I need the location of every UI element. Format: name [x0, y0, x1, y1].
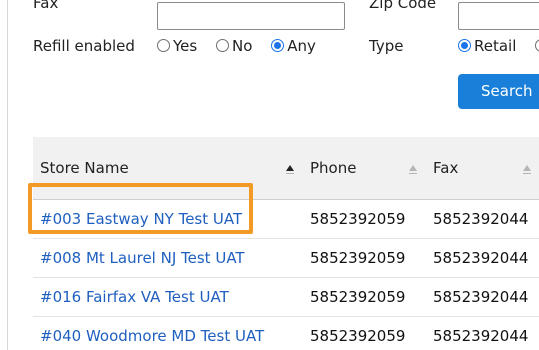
store-name-link[interactable]: #008 Mt Laurel NJ Test UAT — [40, 249, 245, 267]
column-header-phone[interactable]: Phone — [310, 159, 356, 177]
radio-checked-icon[interactable] — [271, 39, 285, 52]
fax-input[interactable] — [157, 2, 345, 30]
table-row: #008 Mt Laurel NJ Test UAT 5852392059 58… — [33, 239, 539, 278]
phone-cell: 5852392059 — [310, 249, 406, 267]
refill-yes-option[interactable]: Yes — [157, 37, 197, 55]
refill-no-label: No — [232, 37, 253, 55]
sort-ascending-icon[interactable] — [523, 165, 531, 171]
store-name-link[interactable]: #003 Eastway NY Test UAT — [40, 210, 242, 228]
type-retail-label: Retail — [474, 37, 517, 55]
store-name-link[interactable]: #016 Fairfax VA Test UAT — [40, 288, 229, 306]
zip-code-label: Zip Code — [369, 0, 437, 12]
refill-yes-label: Yes — [173, 37, 198, 55]
refill-any-option[interactable]: Any — [271, 37, 316, 55]
column-header-store-name[interactable]: Store Name — [40, 159, 129, 177]
table-row: #016 Fairfax VA Test UAT 5852392059 5852… — [33, 278, 539, 317]
radio-unchecked-icon[interactable] — [216, 39, 229, 52]
type-retail-option[interactable]: Retail — [458, 37, 516, 55]
phone-cell: 5852392059 — [310, 327, 406, 345]
column-header-fax[interactable]: Fax — [433, 159, 458, 177]
zip-code-input[interactable] — [458, 2, 539, 30]
phone-cell: 5852392059 — [310, 288, 406, 306]
table-row: #003 Eastway NY Test UAT 5852392059 5852… — [33, 200, 539, 239]
sort-ascending-icon[interactable] — [409, 165, 417, 171]
phone-cell: 5852392059 — [310, 210, 406, 228]
sort-ascending-icon[interactable] — [286, 165, 294, 171]
fax-cell: 5852392044 — [433, 249, 529, 267]
fax-label: Fax — [33, 0, 59, 12]
store-search-page: Fax Zip Code Refill enabled Yes No Any T… — [0, 0, 539, 350]
sort-descending-icon[interactable] — [523, 173, 531, 174]
refill-no-option[interactable]: No — [216, 37, 252, 55]
radio-unchecked-icon[interactable] — [535, 39, 539, 52]
store-name-link[interactable]: #040 Woodmore MD Test UAT — [40, 327, 264, 345]
fax-cell: 5852392044 — [433, 288, 529, 306]
search-button[interactable]: Search — [458, 74, 539, 109]
sort-descending-icon[interactable] — [409, 173, 417, 174]
fax-cell: 5852392044 — [433, 327, 529, 345]
type-radio-group: Retail — [458, 37, 539, 55]
radio-unchecked-icon[interactable] — [157, 39, 170, 52]
refill-any-label: Any — [287, 37, 316, 55]
table-row: #040 Woodmore MD Test UAT 5852392059 585… — [33, 317, 539, 350]
store-results-table: Store Name Phone Fax #003 Eastway NY Tes… — [33, 137, 539, 350]
refill-enabled-radio-group: Yes No Any — [157, 37, 330, 55]
fax-cell: 5852392044 — [433, 210, 529, 228]
type-label: Type — [369, 37, 404, 55]
table-header: Store Name Phone Fax — [33, 137, 539, 200]
refill-enabled-label: Refill enabled — [33, 37, 135, 55]
sort-descending-icon[interactable] — [286, 173, 294, 174]
panel-border — [7, 0, 8, 350]
radio-checked-icon[interactable] — [458, 39, 471, 52]
